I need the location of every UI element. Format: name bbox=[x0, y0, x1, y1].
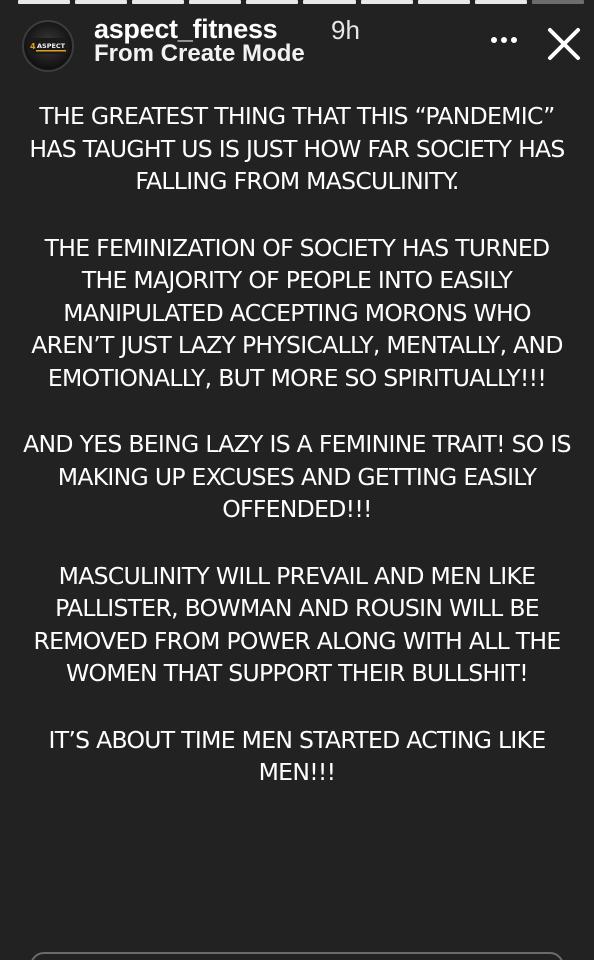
story-subtitle: From Create Mode bbox=[94, 40, 305, 67]
progress-segment bbox=[531, 0, 584, 4]
more-options-icon bbox=[511, 37, 517, 43]
close-icon bbox=[548, 28, 580, 60]
svg-text:ASPECT: ASPECT bbox=[37, 42, 66, 50]
story-paragraph: THE GREATEST THING THAT THIS “PANDEMIC” … bbox=[29, 102, 565, 195]
more-options-button[interactable] bbox=[484, 28, 524, 52]
story-header: 4 ASPECT aspect_fitness 9h From Create M… bbox=[0, 12, 594, 72]
progress-segment bbox=[18, 0, 71, 4]
progress-segment bbox=[417, 0, 470, 4]
story-paragraph: MASCULINITY WILL PREVAIL AND MEN LIKE PA… bbox=[33, 561, 561, 688]
progress-segment bbox=[132, 0, 185, 4]
story-paragraph: IT’S ABOUT TIME MEN STARTED ACTING LIKE … bbox=[48, 725, 546, 787]
progress-segment bbox=[75, 0, 128, 4]
progress-segment bbox=[474, 0, 527, 4]
progress-segment bbox=[303, 0, 356, 4]
story-text-body: THE GREATEST THING THAT THIS “PANDEMIC” … bbox=[20, 100, 574, 823]
more-options-icon bbox=[491, 37, 497, 43]
avatar[interactable]: 4 ASPECT bbox=[22, 20, 74, 72]
aspect-fitness-logo: 4 ASPECT bbox=[28, 38, 68, 54]
story-paragraph: THE FEMINIZATION OF SOCIETY HAS TURNED T… bbox=[31, 233, 563, 392]
story-progress-bar bbox=[18, 0, 584, 4]
progress-segment bbox=[360, 0, 413, 4]
progress-segment bbox=[246, 0, 299, 4]
reply-bar[interactable] bbox=[30, 952, 564, 960]
close-button[interactable] bbox=[544, 24, 584, 64]
more-options-icon bbox=[501, 37, 507, 43]
svg-text:4: 4 bbox=[30, 42, 36, 51]
story-paragraph: AND YES BEING LAZY IS A FEMININE TRAIT! … bbox=[23, 430, 571, 523]
progress-segment bbox=[189, 0, 242, 4]
timestamp: 9h bbox=[331, 15, 360, 45]
